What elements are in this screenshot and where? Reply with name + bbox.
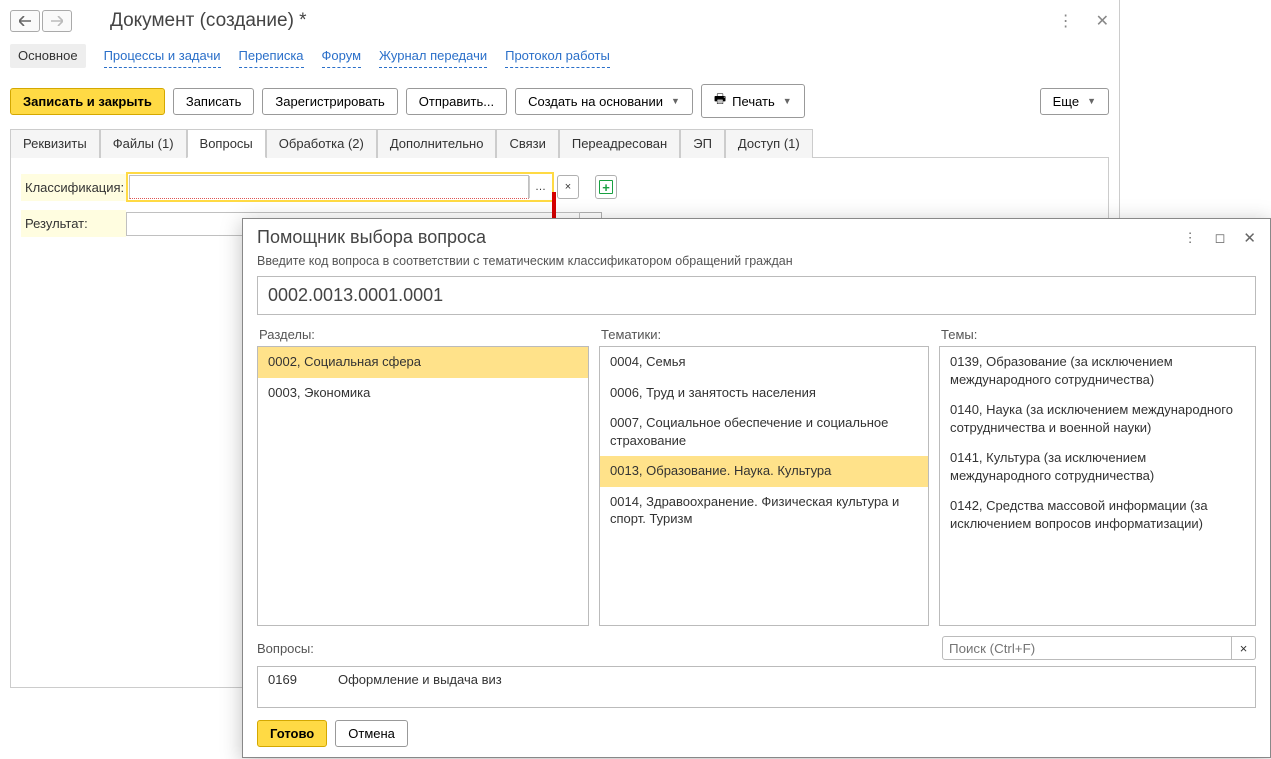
- subtab-processing[interactable]: Обработка (2): [266, 129, 377, 158]
- toolbar: Записать и закрыть Записать Зарегистриро…: [10, 78, 1109, 128]
- list-item[interactable]: 0003, Экономика: [258, 378, 588, 409]
- subtab-questions[interactable]: Вопросы: [187, 129, 266, 158]
- helper-dialog: Помощник выбора вопроса ⋮ ◻ ✕ Введите ко…: [242, 218, 1271, 758]
- list-item[interactable]: 0140, Наука (за исключением международно…: [940, 395, 1255, 443]
- print-button[interactable]: Печать▼: [701, 84, 805, 118]
- themes-label: Темы:: [939, 325, 1256, 346]
- save-button[interactable]: Записать: [173, 88, 255, 115]
- dialog-maximize-icon[interactable]: ◻: [1215, 230, 1226, 246]
- window-close-icon[interactable]: ✕: [1096, 11, 1109, 31]
- dialog-hint: Введите код вопроса в соответствии с тем…: [243, 252, 1270, 276]
- window-title: Документ (создание) *: [110, 10, 307, 32]
- subtab-links[interactable]: Связи: [496, 129, 558, 158]
- create-based-button[interactable]: Создать на основании▼: [515, 88, 693, 115]
- search-input[interactable]: [942, 636, 1232, 660]
- question-text: Оформление и выдача виз: [338, 672, 502, 687]
- nav-forward-button[interactable]: [42, 10, 72, 32]
- subtab-access[interactable]: Доступ (1): [725, 129, 813, 158]
- cancel-button[interactable]: Отмена: [335, 720, 408, 747]
- questions-label: Вопросы:: [257, 641, 314, 656]
- result-label: Результат:: [21, 210, 126, 237]
- questions-list[interactable]: 0169 Оформление и выдача виз: [257, 666, 1256, 708]
- sections-list[interactable]: 0002, Социальная сфера 0003, Экономика: [257, 346, 589, 626]
- tab-protocol[interactable]: Протокол работы: [505, 44, 610, 68]
- dialog-menu-icon[interactable]: ⋮: [1184, 230, 1197, 246]
- search-clear-button[interactable]: ×: [1232, 636, 1256, 660]
- subtab-ep[interactable]: ЭП: [680, 129, 725, 158]
- more-button[interactable]: Еще▼: [1040, 88, 1109, 115]
- tab-main[interactable]: Основное: [10, 44, 86, 68]
- subtab-forwarded[interactable]: Переадресован: [559, 129, 680, 158]
- sub-tabs: Реквизиты Файлы (1) Вопросы Обработка (2…: [10, 128, 1109, 158]
- code-input[interactable]: 0002.0013.0001.0001: [257, 276, 1256, 315]
- themes-list[interactable]: 0139, Образование (за исключением междун…: [939, 346, 1256, 626]
- list-item[interactable]: 0139, Образование (за исключением междун…: [940, 347, 1255, 395]
- subtab-additional[interactable]: Дополнительно: [377, 129, 497, 158]
- classification-picker-button[interactable]: …: [529, 176, 551, 198]
- tab-correspondence[interactable]: Переписка: [239, 44, 304, 68]
- list-item[interactable]: 0002, Социальная сфера: [258, 347, 588, 378]
- list-item[interactable]: 0013, Образование. Наука. Культура: [600, 456, 928, 487]
- printer-icon: [714, 90, 726, 112]
- list-item[interactable]: 0006, Труд и занятость населения: [600, 378, 928, 409]
- dialog-title: Помощник выбора вопроса: [257, 227, 486, 248]
- list-item[interactable]: 0014, Здравоохранение. Физическая культу…: [600, 487, 928, 535]
- topics-label: Тематики:: [599, 325, 929, 346]
- sections-label: Разделы:: [257, 325, 589, 346]
- nav-back-button[interactable]: [10, 10, 40, 32]
- question-code: 0169: [268, 672, 338, 687]
- nav-tabs: Основное Процессы и задачи Переписка Фор…: [10, 40, 1109, 78]
- dialog-close-icon[interactable]: ✕: [1243, 229, 1256, 247]
- plus-icon: +: [602, 181, 610, 194]
- tab-forum[interactable]: Форум: [322, 44, 362, 68]
- tab-journal[interactable]: Журнал передачи: [379, 44, 487, 68]
- subtab-requisites[interactable]: Реквизиты: [10, 129, 100, 158]
- register-button[interactable]: Зарегистрировать: [262, 88, 397, 115]
- classification-label: Классификация:: [21, 174, 126, 201]
- list-item[interactable]: 0004, Семья: [600, 347, 928, 378]
- classification-input[interactable]: [129, 175, 529, 199]
- window-menu-icon[interactable]: ⋮: [1058, 11, 1074, 31]
- list-item[interactable]: 0142, Средства массовой информации (за и…: [940, 491, 1255, 539]
- classification-add-button[interactable]: +: [595, 175, 617, 199]
- classification-clear-button[interactable]: ×: [557, 175, 579, 199]
- list-item[interactable]: 0141, Культура (за исключением междунаро…: [940, 443, 1255, 491]
- table-row[interactable]: 0169 Оформление и выдача виз: [258, 667, 1255, 692]
- tab-processes[interactable]: Процессы и задачи: [104, 44, 221, 68]
- topics-list[interactable]: 0004, Семья 0006, Труд и занятость насел…: [599, 346, 929, 626]
- list-item[interactable]: 0007, Социальное обеспечение и социально…: [600, 408, 928, 456]
- done-button[interactable]: Готово: [257, 720, 327, 747]
- subtab-files[interactable]: Файлы (1): [100, 129, 187, 158]
- save-close-button[interactable]: Записать и закрыть: [10, 88, 165, 115]
- send-button[interactable]: Отправить...: [406, 88, 507, 115]
